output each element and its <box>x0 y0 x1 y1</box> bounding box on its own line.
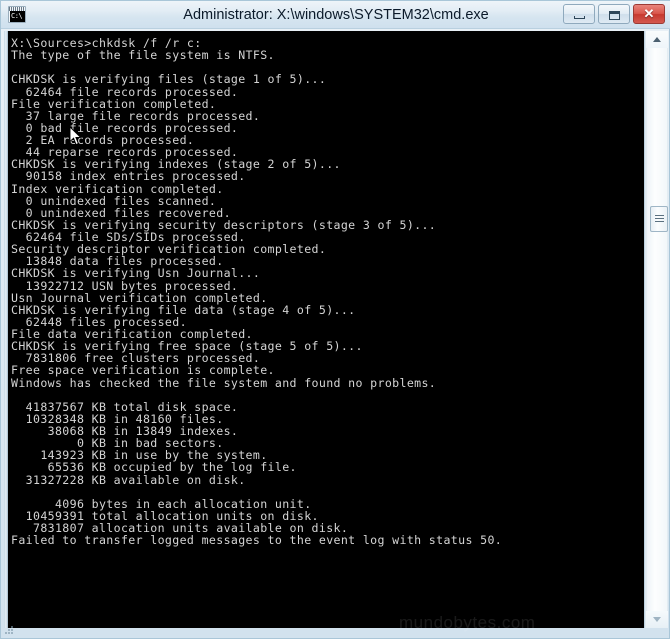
scrollbar-down-button[interactable] <box>646 611 668 628</box>
console-output-text: X:\Sources>chkdsk /f /r c: The type of t… <box>11 36 503 548</box>
console-screen[interactable]: X:\Sources>chkdsk /f /r c: The type of t… <box>8 31 644 628</box>
scrollbar-thumb[interactable] <box>650 206 668 232</box>
resize-grip-icon[interactable] <box>5 626 14 635</box>
close-icon: ✕ <box>643 6 655 21</box>
console-client-area: X:\Sources>chkdsk /f /r c: The type of t… <box>4 31 668 628</box>
icon-prompt-text: C:\ <box>10 11 25 22</box>
vertical-scrollbar[interactable] <box>644 31 668 628</box>
scrollbar-up-button[interactable] <box>646 31 668 48</box>
scrollbar-track[interactable] <box>646 48 668 611</box>
close-button[interactable]: ✕ <box>633 4 665 24</box>
minimize-icon <box>574 16 585 19</box>
chevron-up-icon <box>653 37 661 42</box>
window-titlebar[interactable]: C:\ Administrator: X:\windows\SYSTEM32\c… <box>1 1 670 29</box>
minimize-button[interactable] <box>563 4 595 24</box>
cmd-window: C:\ Administrator: X:\windows\SYSTEM32\c… <box>0 0 670 639</box>
maximize-icon <box>609 11 620 20</box>
scrollbar-grip-icon <box>655 215 664 216</box>
chevron-down-icon <box>653 617 661 622</box>
cmd-console-icon: C:\ <box>8 6 26 23</box>
maximize-button[interactable] <box>598 4 630 24</box>
